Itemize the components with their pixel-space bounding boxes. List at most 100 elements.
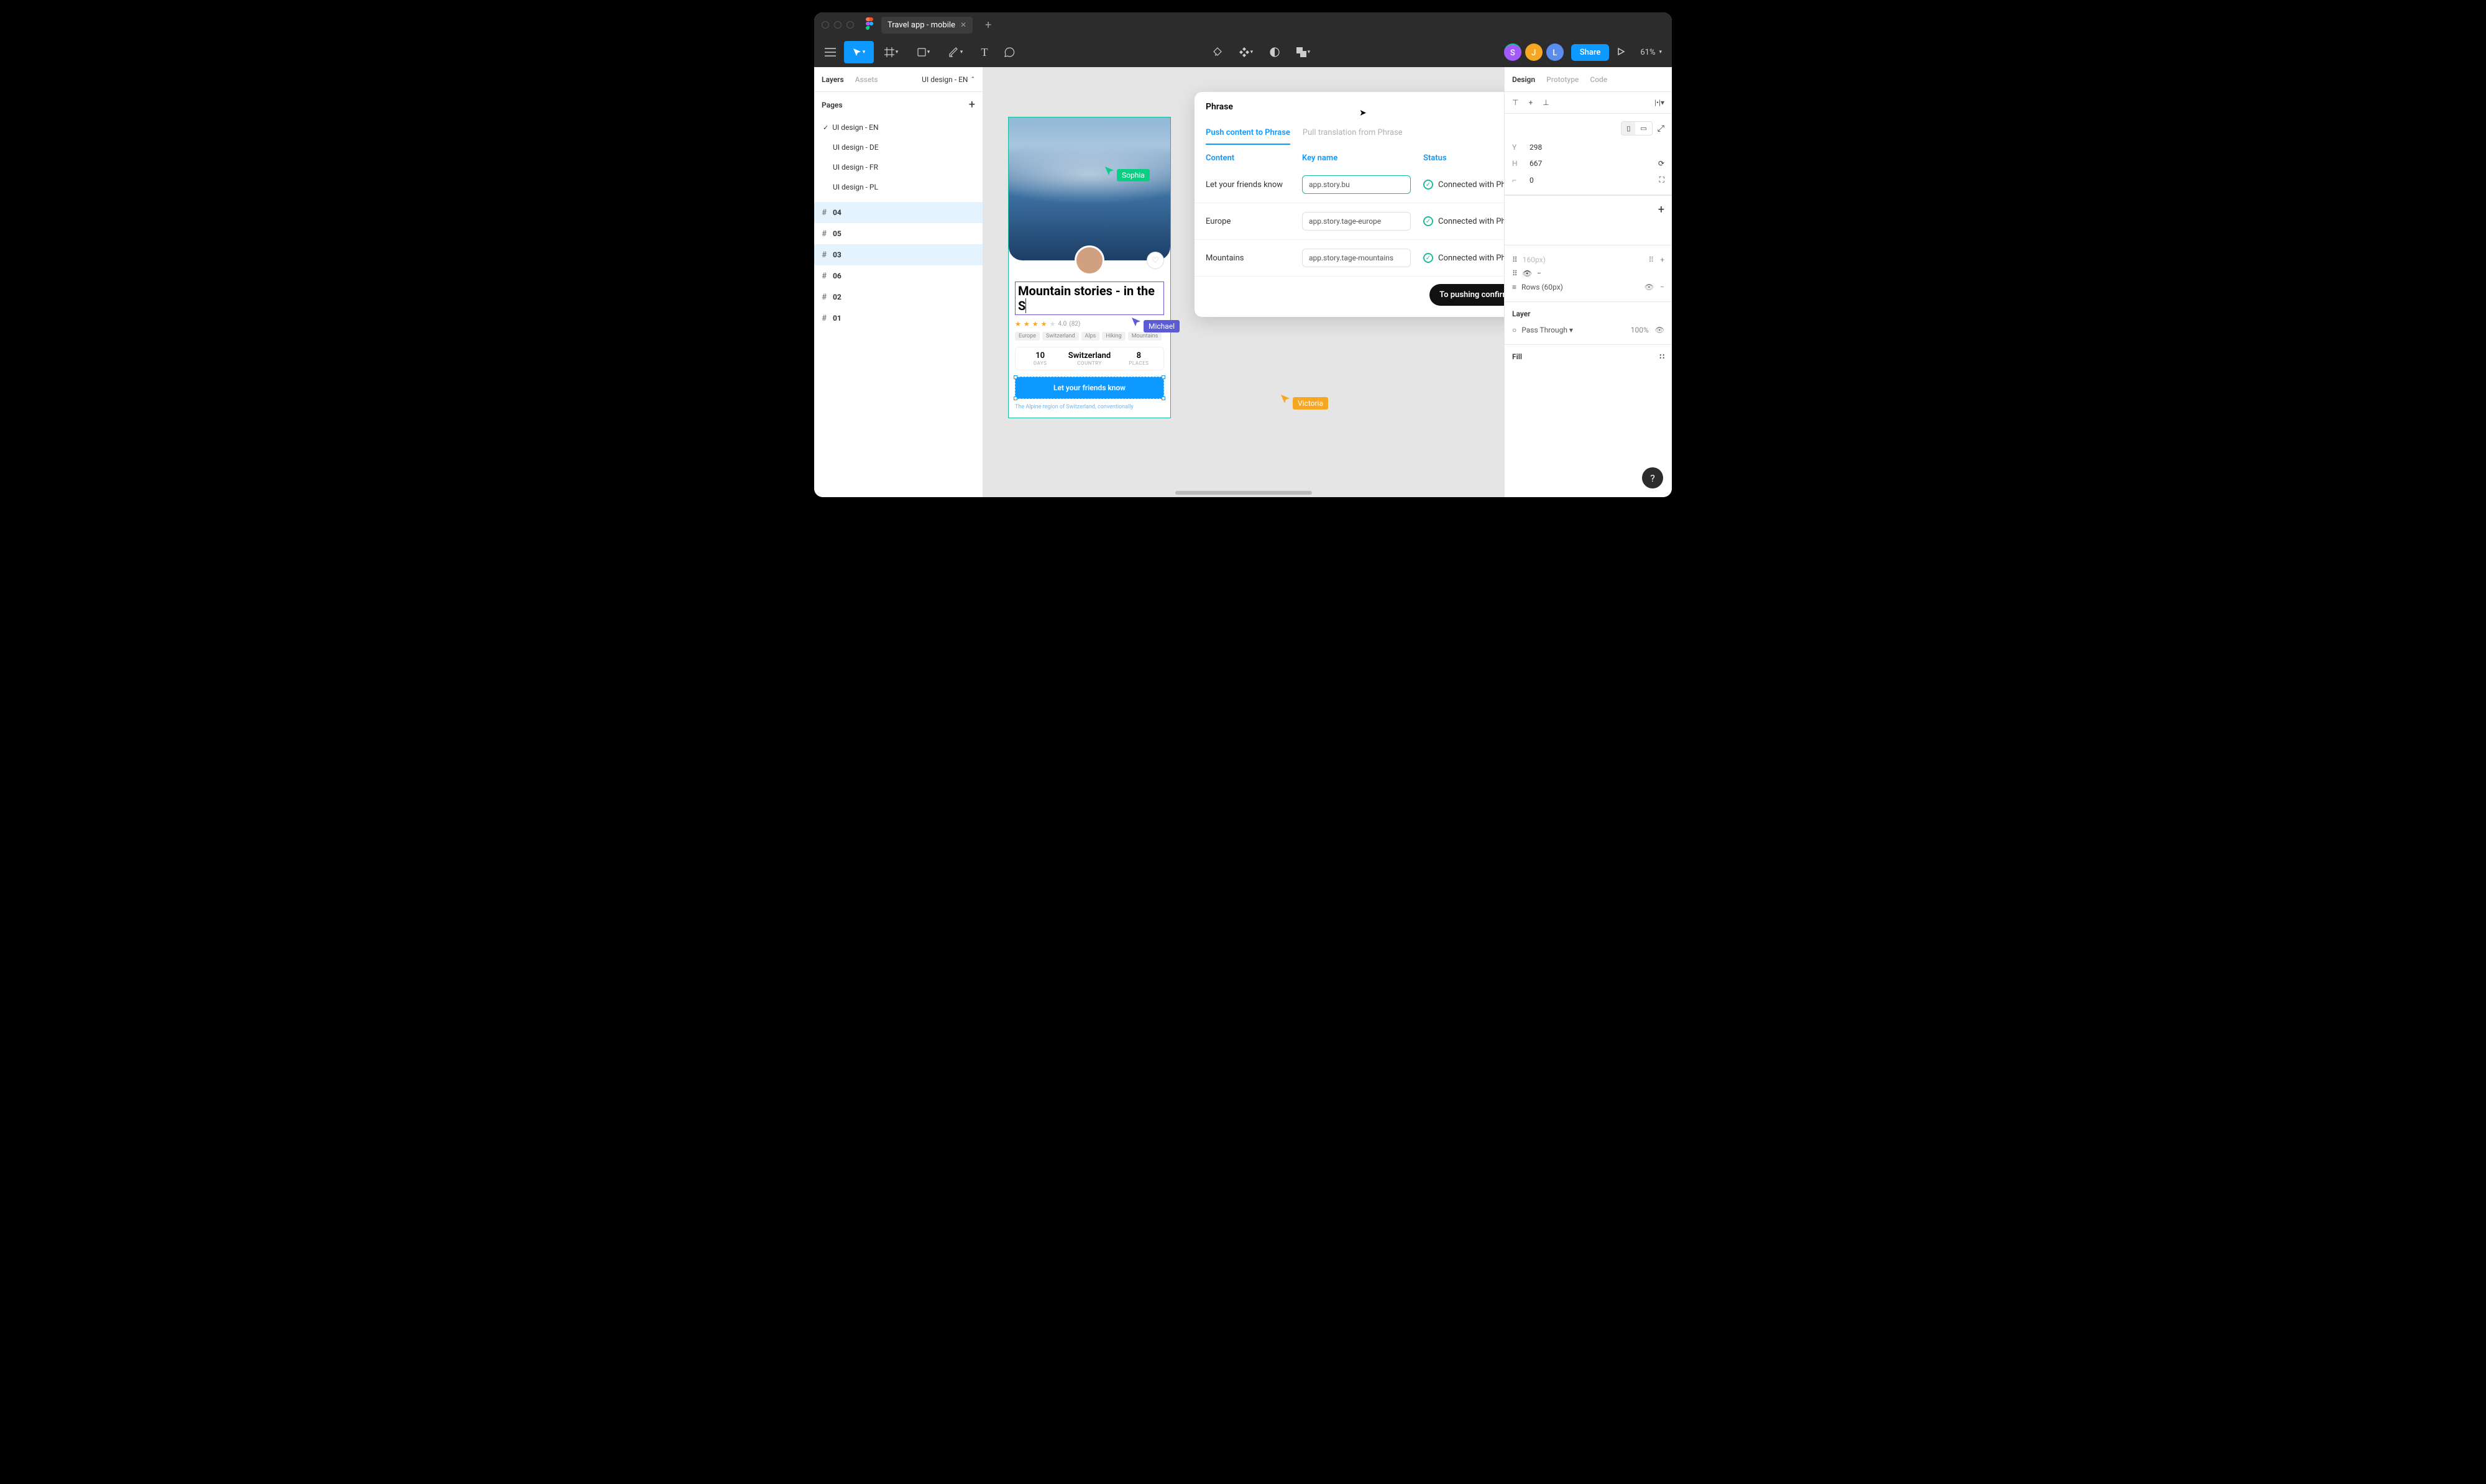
corners-icon[interactable]: ⛶ — [1659, 175, 1664, 185]
key-name-input[interactable]: app.story.bu — [1302, 175, 1411, 194]
component-tool[interactable]: ▾ — [1231, 41, 1261, 63]
content-row: Mountains app.story.tage-mountains ✓Conn… — [1195, 240, 1504, 277]
boolean-tool[interactable]: ▾ — [1288, 41, 1318, 63]
align-center-icon[interactable]: + — [1528, 98, 1533, 107]
cursor-michael: Michael — [1131, 311, 1180, 332]
frame-tool[interactable]: ▾ — [876, 41, 906, 63]
style-icon[interactable]: ∷ — [1659, 352, 1664, 361]
phrase-plugin-panel[interactable]: Phrase Push content to Phrase Pull trans… — [1195, 92, 1504, 317]
grid-handle-icon[interactable]: ⠿ — [1512, 269, 1518, 278]
frame-item[interactable]: #01 — [814, 308, 983, 329]
tag[interactable]: Hiking — [1102, 332, 1125, 341]
close-tab-icon[interactable]: ✕ — [960, 21, 966, 29]
horizontal-scrollbar[interactable] — [1175, 491, 1312, 495]
close-dot[interactable] — [822, 21, 829, 29]
page-item[interactable]: UI design - DE — [814, 137, 983, 157]
assets-tab[interactable]: Assets — [855, 75, 878, 84]
canvas[interactable]: ♡ Mountain stories - in the S ★★★★★ 4.0 … — [983, 67, 1504, 497]
frame-icon: # — [822, 314, 827, 323]
move-tool[interactable]: ▾ — [844, 41, 874, 63]
push-tab[interactable]: Push content to Phrase — [1206, 122, 1290, 145]
present-button[interactable] — [1617, 47, 1625, 58]
layers-tab[interactable]: Layers — [822, 75, 844, 84]
frame-item[interactable]: #05 — [814, 223, 983, 244]
frame-icon: # — [822, 293, 827, 302]
frame-item[interactable]: #04 — [814, 202, 983, 223]
add-section-button[interactable]: + — [1658, 203, 1664, 216]
avatar-s[interactable]: S — [1504, 44, 1521, 61]
remove-icon[interactable]: − — [1537, 269, 1541, 278]
prop-r-value[interactable]: 0 — [1530, 176, 1534, 185]
align-right-icon[interactable]: ⊥ — [1543, 98, 1549, 107]
frame-icon: # — [822, 272, 827, 281]
code-tab[interactable]: Code — [1590, 75, 1607, 84]
visibility-icon[interactable]: 👁 — [1523, 269, 1532, 278]
text-tool[interactable]: T — [973, 41, 996, 63]
design-tab[interactable]: Design — [1512, 75, 1535, 84]
visibility-icon[interactable]: 👁 — [1644, 283, 1654, 291]
orientation-toggle[interactable]: ▯▭ — [1621, 121, 1652, 135]
grid-handle-icon[interactable]: ⠿ — [1512, 255, 1518, 264]
grid-cols-label[interactable]: 160px) — [1523, 255, 1546, 264]
tag[interactable]: Switzerland — [1042, 332, 1079, 341]
key-name-input[interactable]: app.story.tage-europe — [1302, 212, 1411, 231]
hero-image: ♡ — [1009, 117, 1170, 260]
visibility-icon[interactable]: 👁 — [1655, 326, 1664, 334]
page-dropdown[interactable]: UI design - EN ⌃ — [922, 75, 975, 84]
grid-rows-label[interactable]: Rows (60px) — [1521, 283, 1563, 291]
menu-button[interactable] — [819, 41, 842, 63]
blend-mode[interactable]: Pass Through ▾ — [1521, 326, 1573, 334]
new-tab-button[interactable]: + — [980, 19, 996, 32]
zoom-control[interactable]: 61%▾ — [1640, 48, 1662, 57]
prototype-tab[interactable]: Prototype — [1546, 75, 1579, 84]
resize-to-fit-icon[interactable]: ⤢ — [1658, 124, 1664, 134]
window-controls[interactable] — [822, 21, 854, 29]
avatar-l[interactable]: L — [1546, 44, 1564, 61]
remove-icon[interactable]: − — [1660, 283, 1664, 291]
page-item[interactable]: UI design - FR — [814, 157, 983, 177]
favorite-icon[interactable]: ♡ — [1147, 252, 1164, 269]
share-button[interactable]: Share — [1571, 44, 1610, 61]
prop-h-value[interactable]: 667 — [1530, 159, 1542, 168]
frames-list: #04 #05 #03 #06 #02 #01 — [814, 202, 983, 329]
star-icon: ★ — [1015, 320, 1021, 328]
maximize-dot[interactable] — [846, 21, 854, 29]
tag[interactable]: Europe — [1015, 332, 1040, 341]
plus-icon[interactable]: + — [1660, 255, 1664, 264]
key-name-input[interactable]: app.story.tage-mountains — [1302, 249, 1411, 267]
frame-item[interactable]: #03 — [814, 244, 983, 265]
landscape-icon[interactable]: ▭ — [1635, 122, 1651, 135]
constrain-icon[interactable]: ⟳ — [1658, 159, 1664, 168]
stats-row: 10DAYS SwitzerlandCOUNTRY 8PLACES — [1015, 347, 1164, 370]
comment-tool[interactable] — [998, 41, 1021, 63]
page-item[interactable]: UI design - EN — [814, 117, 983, 137]
frame-item[interactable]: #06 — [814, 265, 983, 286]
add-icon[interactable]: ⠿ — [1648, 255, 1654, 264]
distribute-icon[interactable]: |•|▾ — [1654, 98, 1664, 107]
avatar-j[interactable]: J — [1525, 44, 1543, 61]
cta-button[interactable]: Let your friends know — [1015, 377, 1164, 399]
page-item[interactable]: UI design - PL — [814, 177, 983, 197]
pull-tab[interactable]: Pull translation from Phrase — [1303, 122, 1403, 145]
tag[interactable]: Alps — [1081, 332, 1100, 341]
shape-tool[interactable]: ▾ — [909, 41, 938, 63]
portrait-icon[interactable]: ▯ — [1621, 122, 1635, 135]
tag[interactable]: Mountains — [1128, 332, 1162, 341]
pen-tool[interactable]: ▾ — [941, 41, 971, 63]
check-icon: ✓ — [1423, 253, 1433, 263]
rows-icon[interactable]: ≡ — [1512, 283, 1516, 291]
story-title-input[interactable]: Mountain stories - in the S — [1015, 282, 1164, 315]
prop-y-value[interactable]: 298 — [1530, 143, 1542, 152]
opacity-value[interactable]: 100% — [1631, 326, 1649, 334]
help-button[interactable]: ? — [1642, 467, 1663, 488]
col-content: Content — [1206, 153, 1302, 163]
mask-tool[interactable] — [1264, 41, 1286, 63]
frame-item[interactable]: #02 — [814, 286, 983, 308]
add-page-button[interactable]: + — [969, 98, 975, 111]
content-row: Let your friends know app.story.bu ✓Conn… — [1195, 167, 1504, 203]
minimize-dot[interactable] — [834, 21, 842, 29]
reset-tool[interactable] — [1206, 41, 1229, 63]
file-tab[interactable]: Travel app - mobile ✕ — [881, 17, 973, 34]
align-left-icon[interactable]: ⊤ — [1512, 98, 1518, 107]
confirm-button[interactable]: To pushing confirmation — [1429, 284, 1504, 306]
